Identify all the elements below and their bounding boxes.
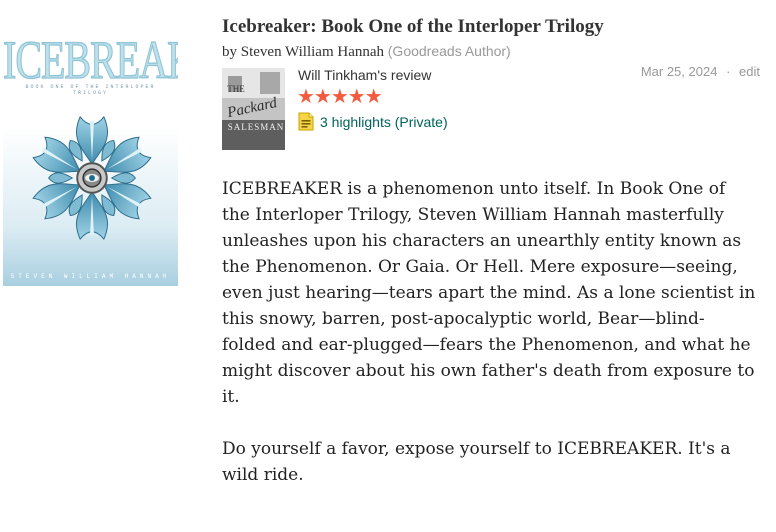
review-body: ICEBREAKER is a phenomenon unto itself. …	[222, 176, 758, 488]
review-date[interactable]: Mar 25, 2024	[641, 64, 718, 79]
highlight-note-icon	[298, 112, 314, 131]
avatar-subtitle: SALESMAN	[228, 122, 285, 132]
author-badge: (Goodreads Author)	[387, 43, 511, 59]
star-rating: ★★★★★	[297, 86, 383, 108]
reviewer-avatar[interactable]: Packard SALESMAN THE	[222, 68, 285, 150]
highlights-row[interactable]: 3 highlights (Private)	[298, 112, 448, 131]
avatar-the: THE	[227, 84, 245, 94]
meta-separator: ·	[726, 64, 731, 79]
review-label: 's review	[377, 67, 432, 83]
review-paragraph: Do yourself a favor, expose yourself to …	[222, 439, 731, 485]
highlights-link[interactable]: 3 highlights (Private)	[320, 114, 448, 130]
edit-link[interactable]: edit	[739, 64, 760, 79]
book-cover[interactable]: ICEBREAKER BOOK ONE OF THE INTERLOPER TR…	[3, 22, 178, 286]
byline: by Steven William Hannah (Goodreads Auth…	[222, 43, 511, 61]
review-paragraph: ICEBREAKER is a phenomenon unto itself. …	[222, 179, 756, 407]
cover-series: BOOK ONE OF THE INTERLOPER TRILOGY	[25, 84, 156, 96]
review-meta: Mar 25, 2024 · edit	[641, 64, 760, 79]
snowflake-icon	[32, 115, 152, 241]
cover-author: STEVEN WILLIAM HANNAH	[10, 273, 171, 280]
reviewer-line: Will Tinkham's review	[298, 67, 431, 83]
avatar-image: Packard SALESMAN THE	[222, 68, 285, 150]
by-label: by	[222, 44, 237, 60]
author-link[interactable]: Steven William Hannah	[241, 44, 384, 60]
book-title[interactable]: Icebreaker: Book One of the Interloper T…	[222, 16, 604, 38]
reviewer-name-link[interactable]: Will Tinkham	[298, 67, 377, 83]
cover-title: ICEBREAKER	[3, 29, 178, 91]
